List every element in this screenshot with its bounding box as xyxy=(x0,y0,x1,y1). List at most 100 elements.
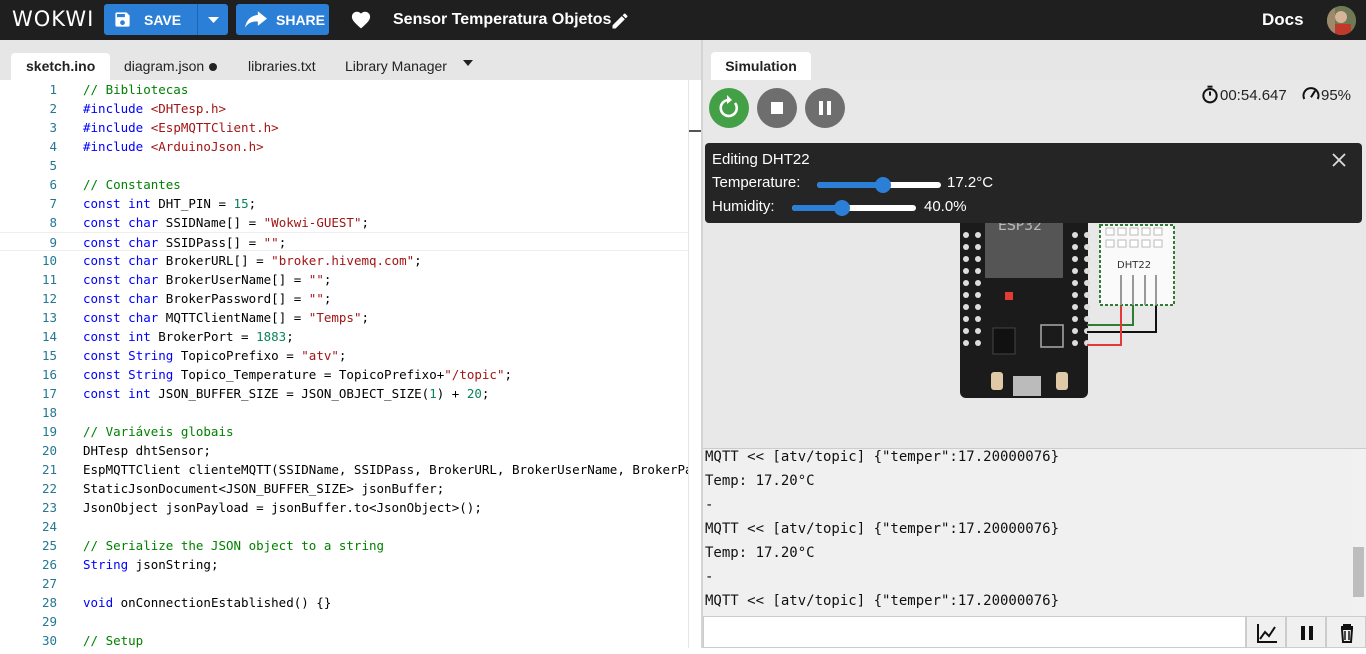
line-text: const char BrokerUserName[] = ""; xyxy=(83,272,332,287)
save-dropdown-button[interactable] xyxy=(197,4,228,35)
dht22-editor-panel: Editing DHT22 Temperature: 17.2°C Humidi… xyxy=(705,143,1362,223)
line-number: 29 xyxy=(41,614,57,629)
tab-label: sketch.ino xyxy=(26,58,96,74)
line-text: EspMQTTClient clienteMQTT(SSIDName, SSID… xyxy=(83,462,688,477)
humidity-slider[interactable] xyxy=(792,200,916,216)
line-number: 5 xyxy=(49,158,57,173)
line-text: // Bibliotecas xyxy=(83,82,189,97)
clear-serial-button[interactable] xyxy=(1326,616,1366,648)
restart-button[interactable] xyxy=(709,88,749,128)
line-text: // Setup xyxy=(83,633,144,648)
line-text: #include <DHTesp.h> xyxy=(83,101,227,116)
line-number: 1 xyxy=(49,82,57,97)
code-line[interactable]: 18 xyxy=(0,403,688,422)
code-line[interactable]: 12 const char BrokerPassword[] = ""; xyxy=(0,289,688,308)
tab-diagram-json[interactable]: diagram.json xyxy=(124,53,218,80)
code-line[interactable]: 27 xyxy=(0,574,688,593)
line-number: 11 xyxy=(41,272,57,287)
line-text: const char SSIDName[] = "Wokwi-GUEST"; xyxy=(83,215,370,230)
code-line[interactable]: 16 const String Topico_Temperature = Topi… xyxy=(0,365,688,384)
project-title: Sensor Temperatura Objetos xyxy=(393,11,612,28)
code-line[interactable]: 22 StaticJsonDocument<JSON_BUFFER_SIZE> j… xyxy=(0,479,688,498)
line-text: const char BrokerURL[] = "broker.hivemq.… xyxy=(83,253,422,268)
tab-libraries-txt[interactable]: libraries.txt xyxy=(248,53,316,80)
sim-speed: 95% xyxy=(1301,84,1351,104)
pencil-icon[interactable] xyxy=(610,11,630,31)
code-line[interactable]: 21 EspMQTTClient clienteMQTT(SSIDName, SS… xyxy=(0,460,688,479)
chart-icon xyxy=(1257,624,1277,643)
save-button[interactable]: SAVE xyxy=(104,4,228,35)
simulation-canvas[interactable]: 00:54.647 95% ESP32 DHT22 Editing DHT22 … xyxy=(703,80,1366,448)
code-line[interactable]: 14 const int BrokerPort = 1883; xyxy=(0,327,688,346)
code-line[interactable]: 19 // Variáveis globais xyxy=(0,422,688,441)
esp32-board-diagram[interactable]: ESP32 DHT22 xyxy=(953,210,1183,400)
code-line[interactable]: 28 void onConnectionEstablished() {} xyxy=(0,593,688,612)
line-number: 30 xyxy=(41,633,57,648)
restart-icon xyxy=(719,95,739,118)
pause-button[interactable] xyxy=(805,88,845,128)
code-line[interactable]: 5 xyxy=(0,156,688,175)
code-line[interactable]: 1 // Bibliotecas xyxy=(0,80,688,99)
docs-link[interactable]: Docs xyxy=(1262,10,1304,30)
editor-panel-title: Editing DHT22 xyxy=(712,151,810,168)
plotter-button[interactable] xyxy=(1246,616,1286,648)
line-number: 18 xyxy=(41,405,57,420)
code-line[interactable]: 15 const String TopicoPrefixo = "atv"; xyxy=(0,346,688,365)
code-line[interactable]: 25 // Serialize the JSON object to a stri… xyxy=(0,536,688,555)
code-line[interactable]: 26 String jsonString; xyxy=(0,555,688,574)
line-number: 2 xyxy=(49,101,57,116)
share-button[interactable]: SHARE xyxy=(236,4,329,35)
serial-pause-button[interactable] xyxy=(1286,616,1326,648)
stop-button[interactable] xyxy=(757,88,797,128)
line-number: 4 xyxy=(49,139,57,154)
tab-sketch-ino[interactable]: sketch.ino xyxy=(11,53,111,80)
serial-monitor[interactable]: MQTT << [atv/topic] {"temper":17.2000007… xyxy=(703,448,1366,616)
avatar[interactable] xyxy=(1327,6,1356,35)
close-icon[interactable] xyxy=(1332,153,1346,167)
code-line[interactable]: 30 // Setup xyxy=(0,631,688,648)
code-line[interactable]: 13 const char MQTTClientName[] = "Temps"; xyxy=(0,308,688,327)
line-text: // Constantes xyxy=(83,177,181,192)
heart-icon[interactable] xyxy=(350,9,372,29)
code-line[interactable]: 29 xyxy=(0,612,688,631)
code-line[interactable]: 4 #include <ArduinoJson.h> xyxy=(0,137,688,156)
wokwi-logo[interactable]: WOKWI xyxy=(12,7,94,31)
temperature-slider[interactable] xyxy=(817,177,941,193)
code-line[interactable]: 8 const char SSIDName[] = "Wokwi-GUEST"; xyxy=(0,213,688,232)
sim-timer: 00:54.647 xyxy=(1200,84,1287,104)
code-line[interactable]: 3 #include <EspMQTTClient.h> xyxy=(0,118,688,137)
slider-knob[interactable] xyxy=(833,200,850,216)
save-icon xyxy=(115,12,130,27)
top-bar: WOKWI SAVE SHARE Sensor Temperatura Obje… xyxy=(0,0,1366,40)
code-line[interactable]: 7 const int DHT_PIN = 15; xyxy=(0,194,688,213)
scroll-thumb[interactable] xyxy=(1353,547,1364,597)
humidity-value: 40.0% xyxy=(924,198,967,215)
temperature-value: 17.2°C xyxy=(947,174,994,191)
line-number: 9 xyxy=(49,235,57,250)
code-editor[interactable]: 1 // Bibliotecas 2 #include <DHTesp.h> 3 #inc… xyxy=(0,80,688,648)
editor-tab-bar: sketch.ino diagram.json libraries.txt Li… xyxy=(0,40,702,80)
slider-knob[interactable] xyxy=(874,177,891,193)
code-line[interactable]: 11 const char BrokerUserName[] = ""; xyxy=(0,270,688,289)
tabs-menu-chevron-down-icon[interactable] xyxy=(462,59,474,67)
code-line[interactable]: 9 const char SSIDPass[] = ""; xyxy=(0,232,688,251)
tab-simulation[interactable]: Simulation xyxy=(711,52,811,80)
line-number: 12 xyxy=(41,291,57,306)
code-line[interactable]: 6 // Constantes xyxy=(0,175,688,194)
tab-library-manager[interactable]: Library Manager xyxy=(345,53,447,80)
pause-icon xyxy=(819,101,831,115)
line-text: DHTesp dhtSensor; xyxy=(83,443,211,458)
code-line[interactable]: 24 xyxy=(0,517,688,536)
tab-label: diagram.json xyxy=(124,58,205,74)
code-line[interactable]: 17 const int JSON_BUFFER_SIZE = JSON_OBJE… xyxy=(0,384,688,403)
serial-scrollbar[interactable] xyxy=(1351,449,1366,616)
line-text: const char BrokerPassword[] = ""; xyxy=(83,291,332,306)
serial-input[interactable] xyxy=(703,616,1246,648)
line-text: const int DHT_PIN = 15; xyxy=(83,196,257,211)
editor-scrollbar[interactable] xyxy=(688,80,703,648)
code-line[interactable]: 23 JsonObject jsonPayload = jsonBuffer.to… xyxy=(0,498,688,517)
code-line[interactable]: 2 #include <DHTesp.h> xyxy=(0,99,688,118)
line-number: 6 xyxy=(49,177,57,192)
code-line[interactable]: 20 DHTesp dhtSensor; xyxy=(0,441,688,460)
code-line[interactable]: 10 const char BrokerURL[] = "broker.hivem… xyxy=(0,251,688,270)
